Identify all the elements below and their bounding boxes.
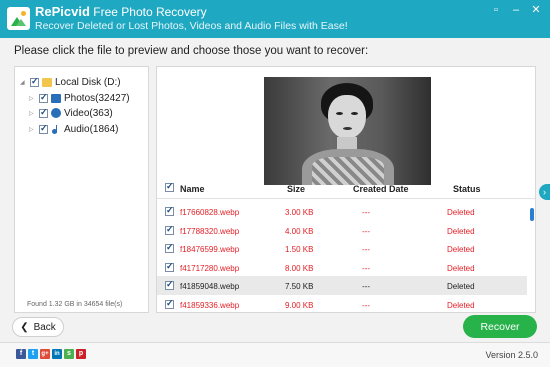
column-name[interactable]: Name [180, 184, 205, 194]
music-icon [51, 124, 61, 134]
tree-root[interactable]: ◢ Local Disk (D:) [20, 75, 121, 89]
pinterest-icon[interactable]: p [76, 349, 86, 359]
tree-root-label: Local Disk (D:) [55, 76, 121, 88]
column-size[interactable]: Size [287, 184, 305, 194]
list-scrollbar[interactable] [530, 208, 534, 221]
file-size: 9.00 KB [285, 301, 314, 310]
table-row[interactable]: f41717280.webp 8.00 KB --- Deleted [157, 258, 527, 277]
social-links: f t g+ in s p [16, 349, 86, 359]
chevron-right-icon[interactable]: › [539, 184, 550, 200]
file-name: f18476599.webp [180, 245, 240, 254]
expand-icon[interactable]: ▷ [29, 126, 36, 133]
table-row[interactable]: f41859336.webp 9.00 KB --- Deleted [157, 295, 527, 314]
root-checkbox[interactable] [30, 76, 39, 87]
tree-item-label: Video(363) [64, 107, 113, 119]
table-row[interactable]: f18476599.webp 1.50 KB --- Deleted [157, 239, 527, 258]
tree-item-label: Audio(1864) [64, 123, 119, 135]
column-status[interactable]: Status [453, 184, 481, 194]
file-status: Deleted [447, 245, 475, 254]
facebook-icon[interactable]: f [16, 349, 26, 359]
folder-icon [42, 77, 52, 87]
table-row-selected[interactable]: f41859048.webp 7.50 KB --- Deleted [157, 276, 527, 295]
image-icon [51, 93, 61, 103]
file-name: f17660828.webp [180, 208, 240, 217]
linkedin-icon[interactable]: in [52, 349, 62, 359]
row-checkbox[interactable] [165, 205, 174, 216]
collapse-icon[interactable]: ◢ [20, 79, 27, 86]
row-checkbox[interactable] [165, 261, 174, 272]
table-row[interactable]: f17660828.webp 3.00 KB --- Deleted [157, 202, 527, 221]
video-icon [51, 108, 61, 118]
version-label: Version 2.5.0 [485, 350, 538, 360]
expand-icon[interactable]: ▷ [29, 95, 36, 102]
file-date: --- [362, 264, 370, 273]
tree-item-label: Photos(32427) [64, 92, 130, 104]
stumbleupon-icon[interactable]: s [64, 349, 74, 359]
title-bar: RePicvid Free Photo Recovery Recover Del… [0, 0, 550, 38]
file-size: 3.00 KB [285, 208, 314, 217]
file-name: f41859336.webp [180, 301, 240, 310]
feedback-icon[interactable]: ▫ [488, 3, 504, 17]
file-date: --- [362, 301, 370, 310]
file-size: 8.00 KB [285, 264, 314, 273]
expand-icon[interactable]: ▷ [29, 110, 36, 117]
image-preview [264, 77, 431, 185]
video-checkbox[interactable] [39, 107, 48, 118]
file-status: Deleted [447, 208, 475, 217]
file-name: f17788320.webp [180, 227, 240, 236]
tree-item-photos[interactable]: ▷ Photos(32427) [29, 91, 130, 105]
minimize-icon[interactable]: – [508, 3, 524, 17]
app-title: RePicvid Free Photo Recovery [35, 4, 207, 19]
file-size: 7.50 KB [285, 282, 314, 291]
tree-item-audio[interactable]: ▷ Audio(1864) [29, 122, 118, 136]
photos-checkbox[interactable] [39, 92, 48, 103]
table-row[interactable]: f17788320.webp 4.00 KB --- Deleted [157, 221, 527, 240]
file-name: f41717280.webp [180, 264, 240, 273]
audio-checkbox[interactable] [39, 123, 48, 134]
back-label: Back [33, 321, 56, 333]
row-checkbox[interactable] [165, 224, 174, 235]
back-arrow-icon: ❮ [20, 321, 29, 333]
file-size: 1.50 KB [285, 245, 314, 254]
google-plus-icon[interactable]: g+ [40, 349, 50, 359]
window-controls: ▫ – ✕ [488, 3, 544, 17]
file-date: --- [362, 282, 370, 291]
app-brand: RePicvid [35, 4, 90, 19]
app-logo-icon [7, 7, 30, 30]
row-checkbox[interactable] [165, 242, 174, 253]
table-header: Name Size Created Date Status [157, 181, 535, 198]
file-name: f41859048.webp [180, 282, 240, 291]
file-date: --- [362, 208, 370, 217]
twitter-icon[interactable]: t [28, 349, 38, 359]
found-summary: Found 1.32 GB in 34654 file(s) [27, 301, 123, 308]
file-status: Deleted [447, 264, 475, 273]
row-checkbox[interactable] [165, 279, 174, 290]
recover-button[interactable]: Recover [463, 315, 537, 338]
app-product: Free Photo Recovery [93, 5, 207, 19]
tree-item-video[interactable]: ▷ Video(363) [29, 106, 113, 120]
footer: f t g+ in s p Version 2.5.0 [0, 343, 550, 367]
file-date: --- [362, 227, 370, 236]
file-status: Deleted [447, 227, 475, 236]
folder-tree-panel: ◢ Local Disk (D:) ▷ Photos(32427) ▷ Vide… [14, 66, 149, 313]
select-all-checkbox[interactable] [165, 181, 174, 192]
row-checkbox[interactable] [165, 298, 174, 309]
file-status: Deleted [447, 301, 475, 310]
file-size: 4.00 KB [285, 227, 314, 236]
file-date: --- [362, 245, 370, 254]
column-created-date[interactable]: Created Date [353, 184, 409, 194]
app-subtitle: Recover Deleted or Lost Photos, Videos a… [35, 20, 348, 32]
file-status: Deleted [447, 282, 475, 291]
back-button[interactable]: ❮ Back [12, 317, 64, 337]
instruction-text: Please click the file to preview and cho… [14, 45, 369, 57]
file-list-panel: Name Size Created Date Status f17660828.… [156, 66, 536, 313]
header-divider [157, 198, 535, 199]
close-icon[interactable]: ✕ [528, 3, 544, 17]
